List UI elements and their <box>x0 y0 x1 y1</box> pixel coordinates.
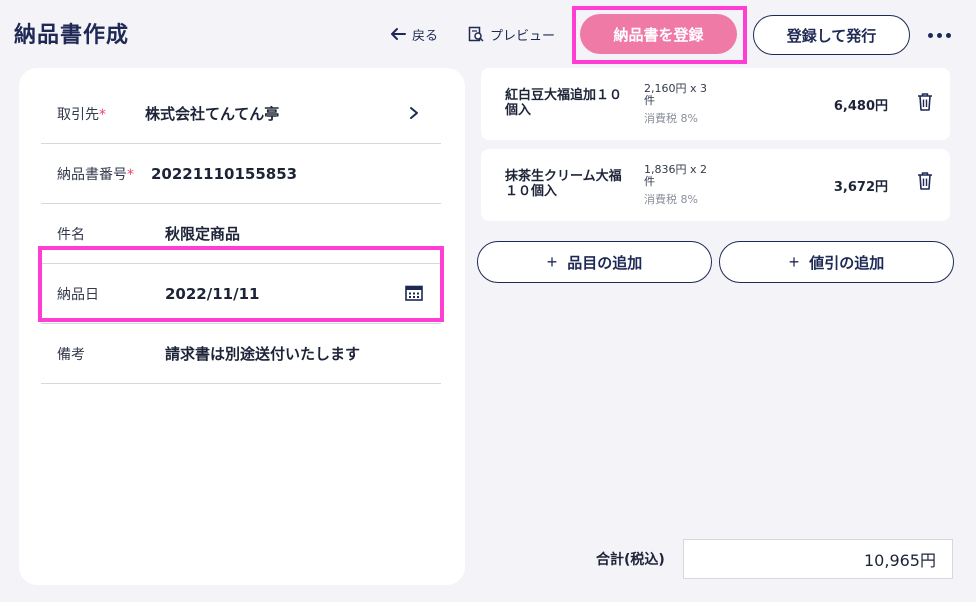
line-item[interactable]: 抹茶生クリーム大福 １０個入 1,836円 x 2件 消費税 8% 3,672円 <box>481 149 950 221</box>
plus-icon: + <box>788 251 800 272</box>
trash-icon[interactable] <box>916 92 934 112</box>
preview-label: プレビュー <box>490 28 556 44</box>
subject-label: 件名 <box>57 226 85 243</box>
line-item[interactable]: 紅白豆大福追加１０ 個入 2,160円 x 3件 消費税 8% 6,480円 <box>481 68 950 140</box>
add-discount-button[interactable]: + 値引の追加 <box>719 241 954 283</box>
register-button[interactable]: 納品書を登録 <box>580 14 737 54</box>
arrow-left-icon <box>391 28 406 40</box>
delivery-date-highlight <box>38 246 444 322</box>
notes-field[interactable]: 備考 請求書は別途送付いたします <box>41 324 441 384</box>
dot <box>945 32 951 38</box>
invoice-number-label: 納品書番号* <box>57 166 134 183</box>
add-item-button[interactable]: + 品目の追加 <box>477 241 712 283</box>
more-options-button[interactable] <box>922 25 956 45</box>
back-label: 戻る <box>412 28 439 44</box>
item-amount: 6,480円 <box>833 99 888 114</box>
chevron-right-icon <box>410 107 418 119</box>
page-title: 納品書作成 <box>14 23 130 48</box>
item-quantity: 2,160円 x 3件 <box>644 82 707 107</box>
item-tax: 消費税 8% <box>644 193 698 206</box>
invoice-form-card: 取引先* 株式会社てんてん亭 納品書番号* 20221110155853 件名 … <box>19 68 465 585</box>
notes-label: 備考 <box>57 346 85 363</box>
preview-icon <box>468 26 484 42</box>
client-field[interactable]: 取引先* 株式会社てんてん亭 <box>41 84 441 144</box>
dot <box>927 32 933 38</box>
dot <box>936 32 942 38</box>
notes-value: 請求書は別途送付いたします <box>165 345 361 363</box>
item-name: 抹茶生クリーム大福 １０個入 <box>505 169 622 199</box>
item-quantity: 1,836円 x 2件 <box>644 163 707 188</box>
back-link[interactable]: 戻る <box>390 24 438 44</box>
plus-icon: + <box>546 251 558 272</box>
preview-link[interactable]: プレビュー <box>468 24 555 44</box>
add-discount-label: 値引の追加 <box>809 254 885 272</box>
total-label: 合計(税込) <box>596 552 665 568</box>
item-tax: 消費税 8% <box>644 112 698 125</box>
subject-value: 秋限定商品 <box>165 225 241 243</box>
client-value: 株式会社てんてん亭 <box>145 105 280 123</box>
invoice-number-value: 20221110155853 <box>151 164 298 183</box>
client-label: 取引先* <box>57 106 106 123</box>
total-value: 10,965円 <box>683 539 953 579</box>
item-name: 紅白豆大福追加１０ 個入 <box>505 88 623 118</box>
item-amount: 3,672円 <box>833 180 888 195</box>
invoice-number-field[interactable]: 納品書番号* 20221110155853 <box>41 144 441 204</box>
trash-icon[interactable] <box>916 171 934 191</box>
register-and-issue-button[interactable]: 登録して発行 <box>753 15 910 55</box>
add-item-label: 品目の追加 <box>567 254 643 272</box>
